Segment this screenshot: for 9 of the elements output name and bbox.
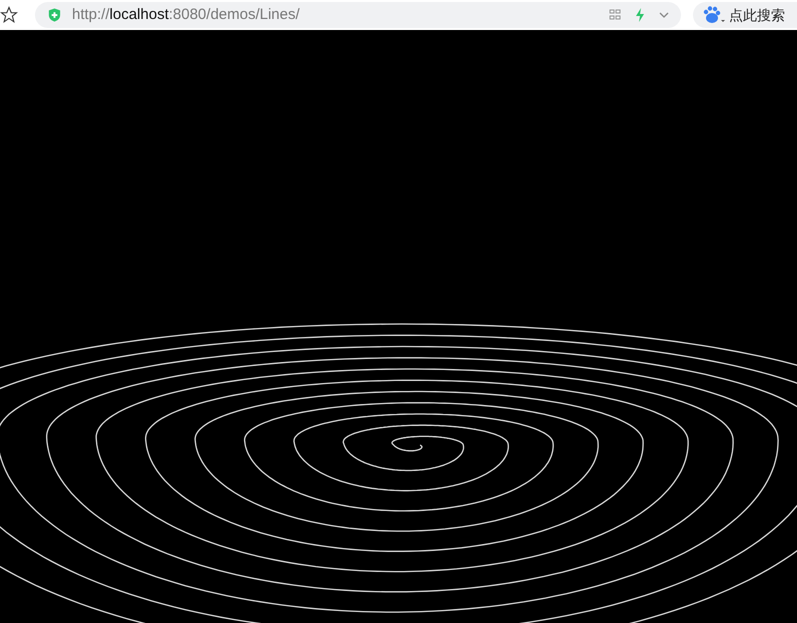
chevron-down-icon[interactable] [659,12,669,18]
url-text: http://localhost:8080/demos/Lines/ [72,4,300,25]
grid-icon[interactable] [609,9,621,21]
paw-icon [701,6,725,24]
search-button[interactable]: 点此搜索 [693,2,797,28]
address-bar[interactable]: http://localhost:8080/demos/Lines/ [35,2,681,28]
star-icon[interactable] [0,6,18,24]
shield-icon [47,7,62,23]
lightning-icon[interactable] [635,8,645,22]
